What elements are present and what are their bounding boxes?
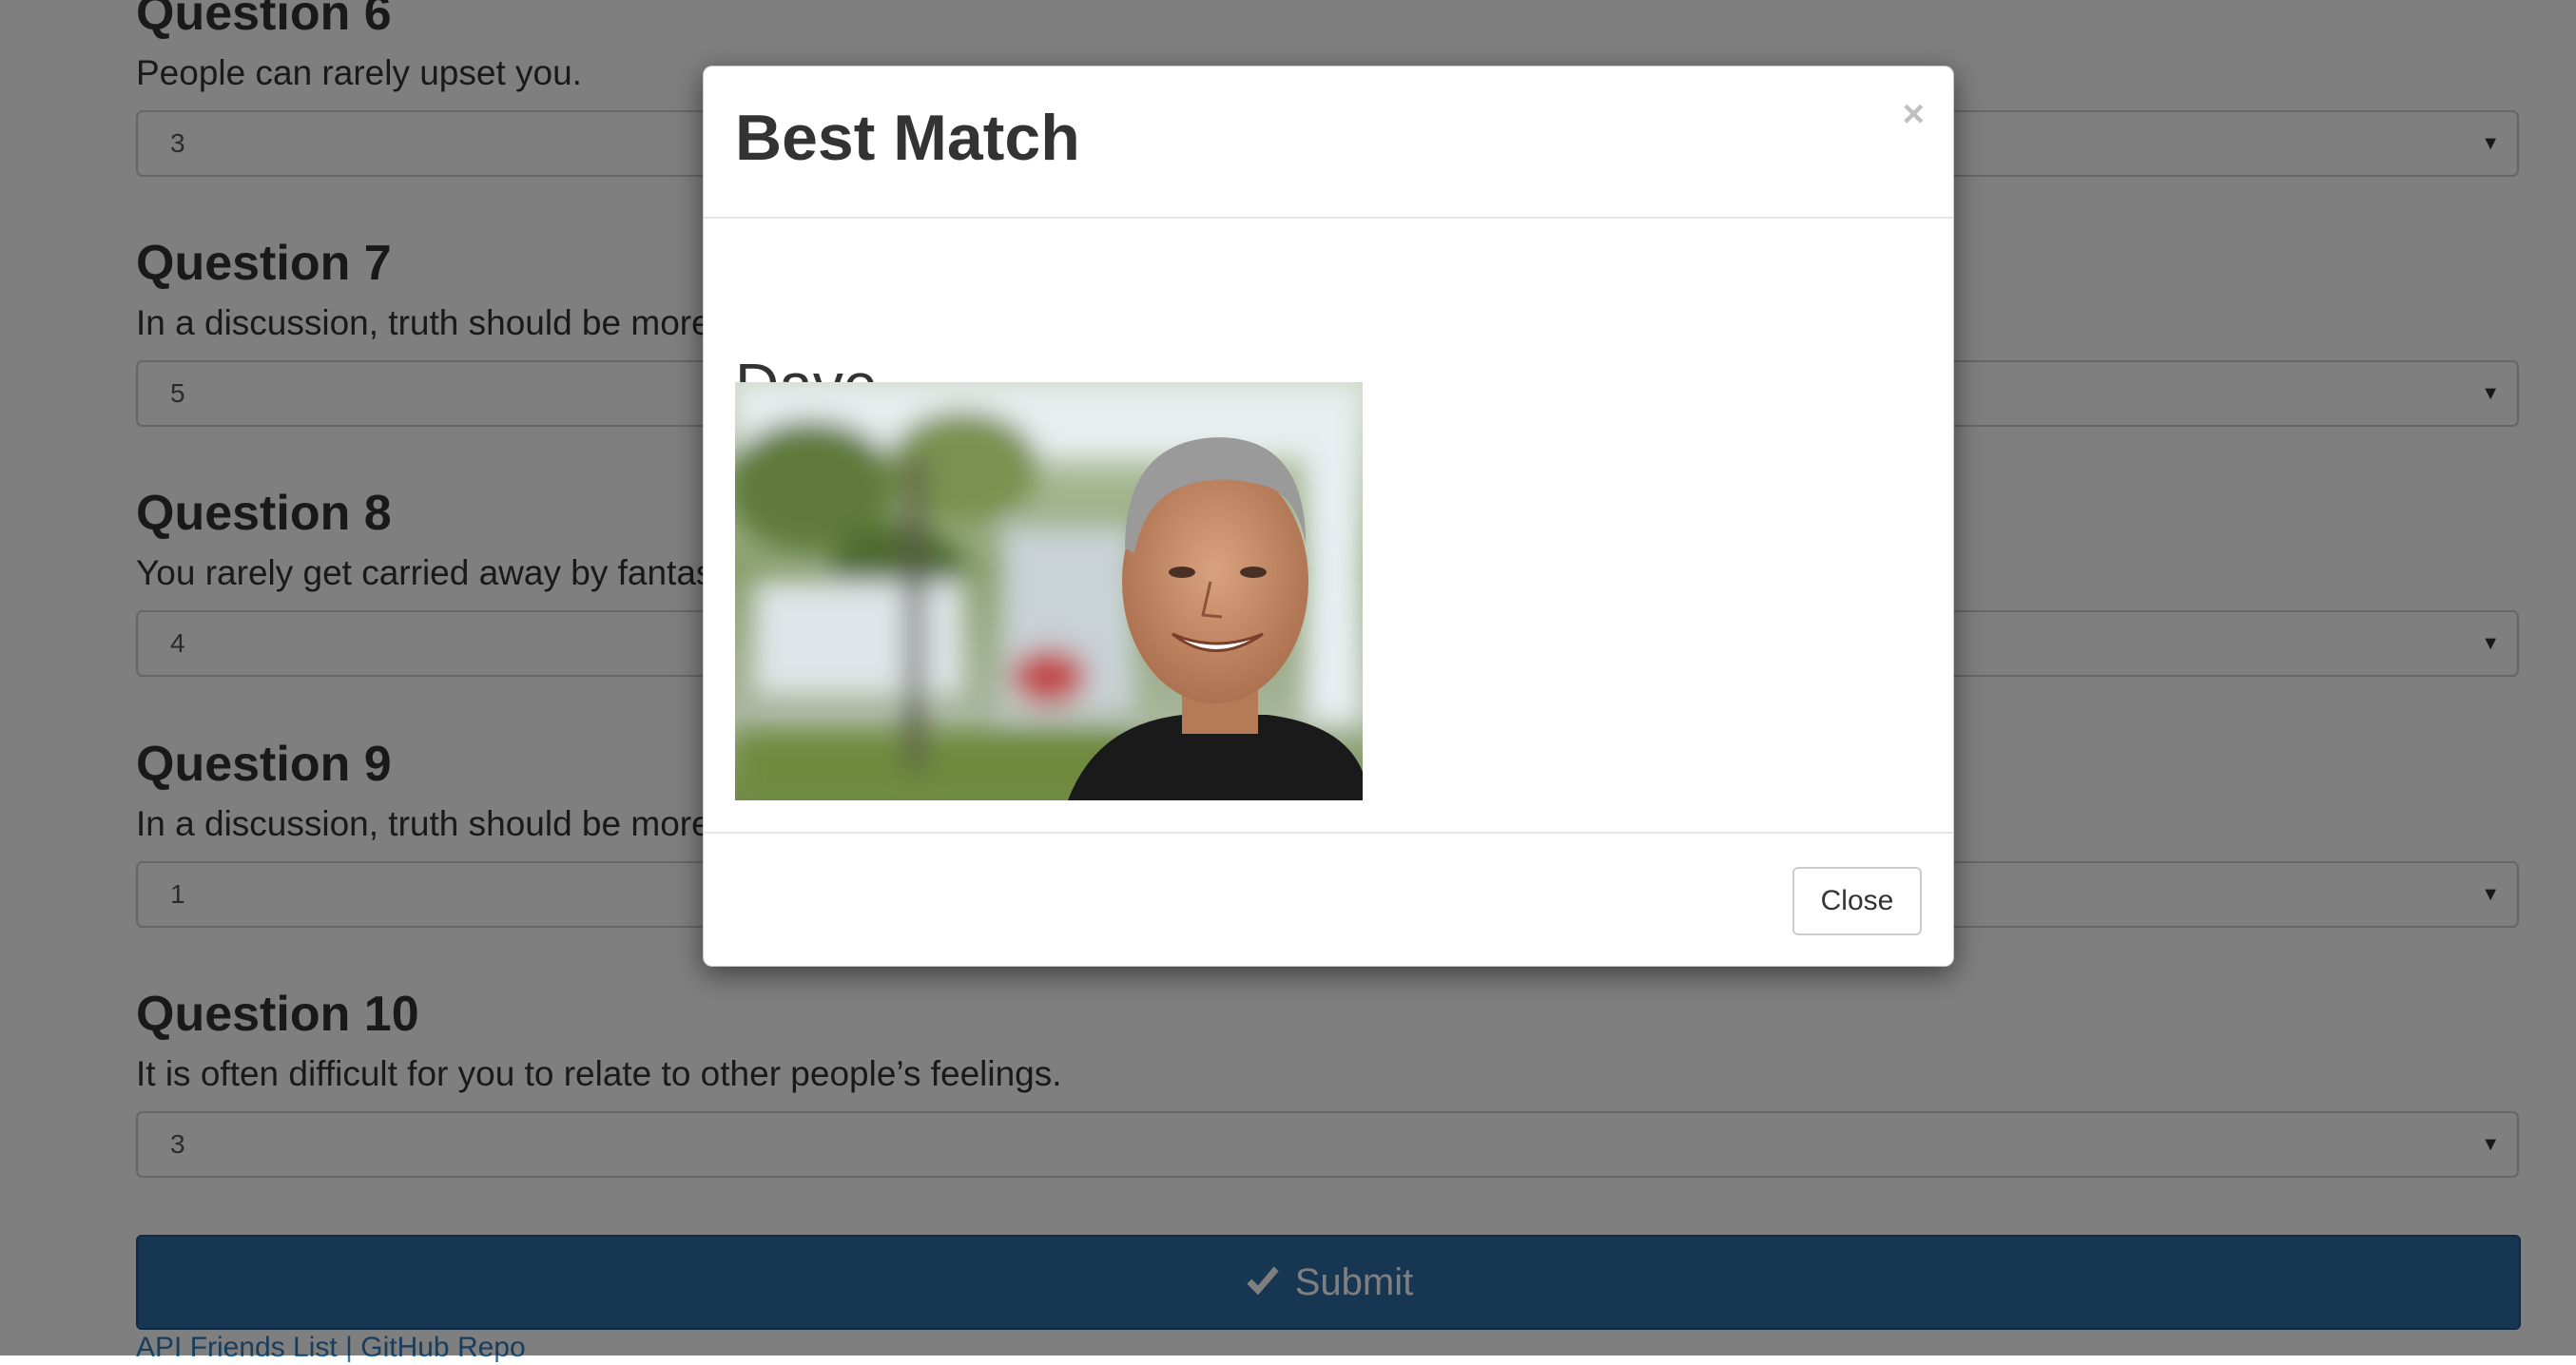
match-photo [735,382,1363,800]
best-match-modal: Best Match × Dave [703,66,1954,967]
close-icon[interactable]: × [1903,93,1925,135]
modal-header: Best Match × [704,67,1953,219]
modal-footer: Close [704,832,1953,968]
close-button[interactable]: Close [1792,867,1922,935]
modal-title: Best Match [735,102,1080,174]
